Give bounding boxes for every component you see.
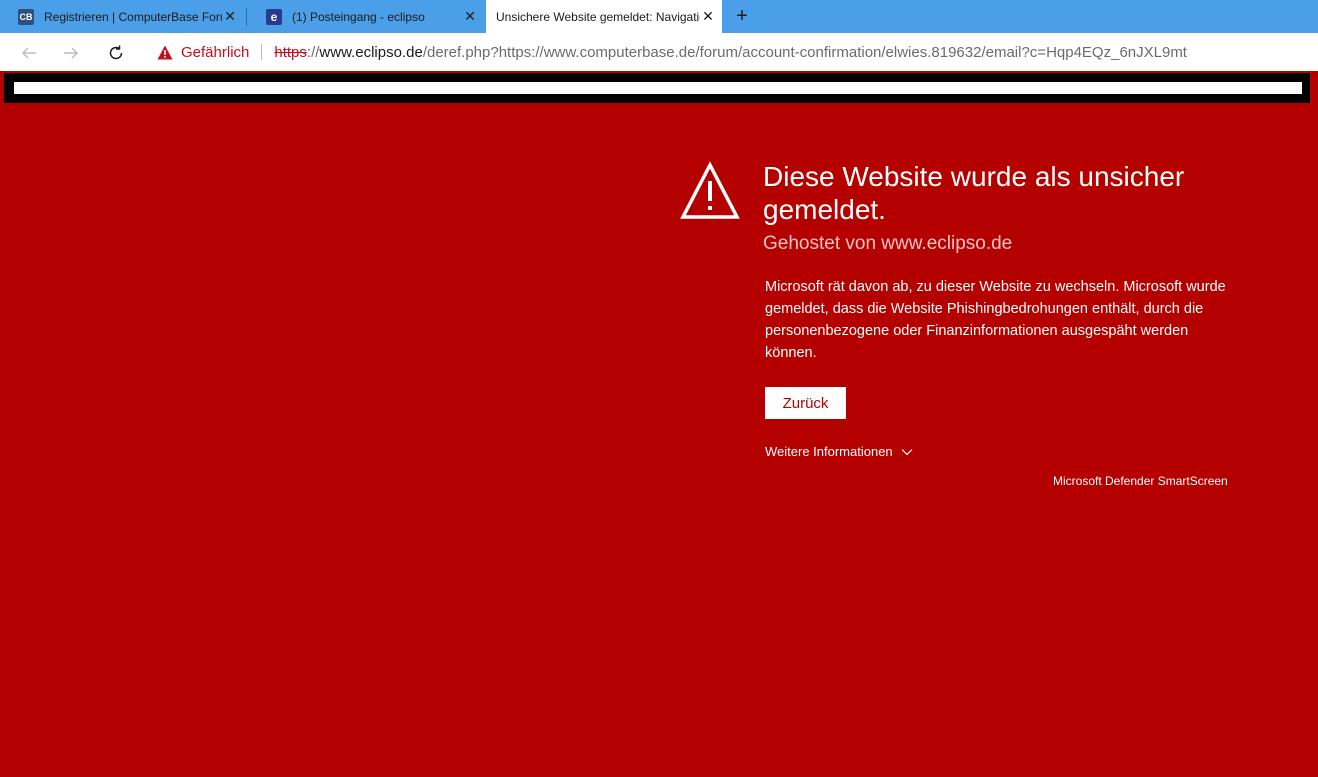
forward-arrow-icon[interactable] [58, 40, 84, 66]
tab-label: Registrieren | ComputerBase Forum [44, 9, 222, 24]
more-info-label: Weitere Informationen [765, 444, 893, 459]
danger-warning-icon[interactable] [157, 45, 173, 60]
redacted-bar-inner [14, 82, 1302, 94]
address-separator [261, 44, 263, 60]
close-icon[interactable]: ✕ [222, 8, 238, 25]
url-scheme-separator: :// [306, 43, 320, 61]
tab-computerbase[interactable]: CB Registrieren | ComputerBase Forum ✕ [0, 0, 244, 33]
close-icon[interactable]: ✕ [700, 8, 716, 25]
tab-separator [246, 8, 247, 26]
address-bar[interactable]: Gefährlich https :// www.eclipso.de /der… [145, 38, 1318, 66]
smartscreen-footer: Microsoft Defender SmartScreen [1053, 474, 1228, 488]
reload-icon[interactable] [103, 40, 129, 66]
new-tab-plus-icon[interactable]: + [731, 4, 753, 28]
back-arrow-icon[interactable] [16, 40, 42, 66]
computerbase-favicon-icon: CB [18, 8, 34, 25]
tab-strip: CB Registrieren | ComputerBase Forum ✕ e… [0, 0, 1318, 33]
eclipso-favicon-icon: e [266, 8, 282, 25]
back-button[interactable]: Zurück [765, 387, 846, 419]
tab-label: Unsichere Website gemeldet: Navigation b… [496, 9, 700, 24]
redacted-bar [4, 73, 1310, 103]
warning-triangle-icon [680, 161, 740, 221]
chevron-down-icon [901, 448, 913, 456]
security-status-label[interactable]: Gefährlich [181, 44, 249, 61]
url-host: www.eclipso.de [319, 43, 423, 61]
close-icon[interactable]: ✕ [462, 8, 478, 25]
url-path: /deref.php?https://www.computerbase.de/f… [422, 43, 1187, 61]
warning-description: Microsoft rät davon ab, zu dieser Websit… [765, 279, 1226, 361]
url-protocol: https [274, 43, 307, 61]
tab-active-warning[interactable]: Unsichere Website gemeldet: Navigation b… [486, 0, 722, 33]
tab-eclipso[interactable]: e (1) Posteingang - eclipso ✕ [248, 0, 484, 33]
navigation-bar: Gefährlich https :// www.eclipso.de /der… [0, 33, 1318, 71]
more-info-toggle[interactable]: Weitere Informationen [765, 444, 913, 459]
hosted-by-text: Gehostet von www.eclipso.de [763, 233, 1013, 254]
page-title: Diese Website wurde als unsicher gemelde… [763, 161, 1185, 225]
tab-label: (1) Posteingang - eclipso [292, 9, 425, 24]
